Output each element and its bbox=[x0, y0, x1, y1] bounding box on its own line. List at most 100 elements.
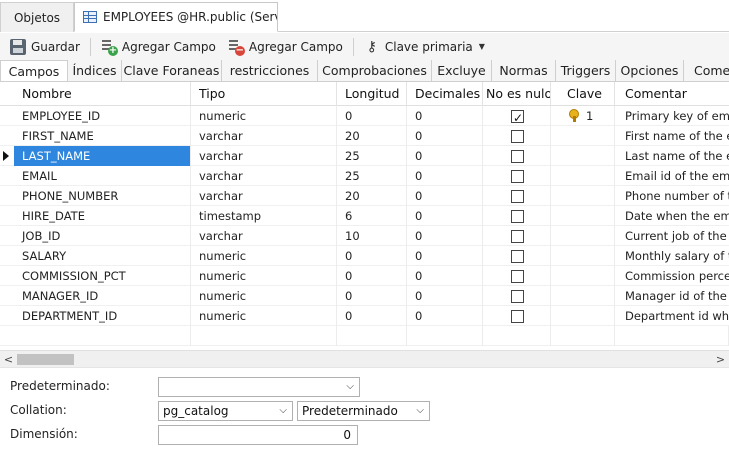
cell-type[interactable]: timestamp bbox=[191, 206, 337, 226]
column-header-length[interactable]: Longitud bbox=[337, 82, 407, 106]
cell-type[interactable]: varchar bbox=[191, 226, 337, 246]
tab-objects[interactable]: Objetos bbox=[0, 2, 74, 32]
tab-comment[interactable]: Come bbox=[684, 60, 729, 81]
not-null-checkbox[interactable] bbox=[511, 250, 524, 263]
table-row[interactable]: FIRST_NAME varchar 20 0 First name of the e bbox=[0, 126, 729, 146]
cell-name[interactable]: DEPARTMENT_ID bbox=[14, 306, 191, 326]
cell-comment[interactable]: Commission percen bbox=[615, 266, 729, 286]
delete-field-button[interactable]: Agregar Campo bbox=[224, 36, 347, 58]
cell-comment[interactable]: Primary key of emp bbox=[615, 106, 729, 126]
cell-length[interactable]: 20 bbox=[337, 126, 407, 146]
cell-name[interactable]: MANAGER_ID bbox=[14, 286, 191, 306]
table-row[interactable]: MANAGER_ID numeric 0 0 Manager id of the e bbox=[0, 286, 729, 306]
tab-triggers[interactable]: Triggers bbox=[556, 60, 616, 81]
cell-key[interactable]: 1 bbox=[551, 106, 615, 126]
not-null-checkbox[interactable] bbox=[511, 310, 524, 323]
cell-decimals[interactable]: 0 bbox=[407, 186, 483, 206]
column-header-type[interactable]: Tipo bbox=[191, 82, 337, 106]
cell-decimals[interactable]: 0 bbox=[407, 246, 483, 266]
cell-comment[interactable]: Email id of the emp bbox=[615, 166, 729, 186]
cell-key[interactable] bbox=[551, 206, 615, 226]
not-null-checkbox[interactable] bbox=[511, 190, 524, 203]
not-null-checkbox[interactable] bbox=[511, 290, 524, 303]
tab-employees-table[interactable]: EMPLOYEES @HR.public (Serv... bbox=[74, 2, 278, 32]
cell-length[interactable]: 0 bbox=[337, 286, 407, 306]
table-row[interactable]: PHONE_NUMBER varchar 20 0 Phone number of th bbox=[0, 186, 729, 206]
cell-type[interactable]: varchar bbox=[191, 146, 337, 166]
not-null-checkbox[interactable] bbox=[511, 230, 524, 243]
cell-name[interactable]: EMAIL bbox=[14, 166, 191, 186]
table-row[interactable]: HIRE_DATE timestamp 6 0 Date when the emp bbox=[0, 206, 729, 226]
cell-length[interactable]: 0 bbox=[337, 266, 407, 286]
cell-decimals[interactable]: 0 bbox=[407, 166, 483, 186]
cell-key[interactable] bbox=[551, 246, 615, 266]
cell-name[interactable]: COMMISSION_PCT bbox=[14, 266, 191, 286]
scrollbar-thumb[interactable] bbox=[17, 354, 74, 365]
column-header-key[interactable]: Clave bbox=[551, 82, 615, 106]
tab-rules[interactable]: Normas bbox=[492, 60, 556, 81]
table-row[interactable]: JOB_ID varchar 10 0 Current job of the e bbox=[0, 226, 729, 246]
tab-fields[interactable]: Campos bbox=[0, 60, 68, 81]
cell-key[interactable] bbox=[551, 306, 615, 326]
not-null-checkbox[interactable] bbox=[511, 130, 524, 143]
tab-checks[interactable]: Comprobaciones bbox=[318, 60, 432, 81]
cell-key[interactable] bbox=[551, 266, 615, 286]
tab-indexes[interactable]: Índices bbox=[68, 60, 122, 81]
cell-type[interactable]: numeric bbox=[191, 286, 337, 306]
cell-comment[interactable]: First name of the e bbox=[615, 126, 729, 146]
cell-name[interactable]: SALARY bbox=[14, 246, 191, 266]
cell-decimals[interactable]: 0 bbox=[407, 146, 483, 166]
scroll-left-icon[interactable]: < bbox=[0, 351, 17, 368]
cell-key[interactable] bbox=[551, 126, 615, 146]
table-row[interactable]: DEPARTMENT_ID numeric 0 0 Department id whe bbox=[0, 306, 729, 326]
cell-length[interactable]: 25 bbox=[337, 146, 407, 166]
cell-decimals[interactable]: 0 bbox=[407, 286, 483, 306]
cell-comment[interactable]: Date when the emp bbox=[615, 206, 729, 226]
cell-name[interactable]: JOB_ID bbox=[14, 226, 191, 246]
column-header-not-null[interactable]: No es nulo bbox=[483, 82, 551, 106]
not-null-checkbox[interactable] bbox=[511, 150, 524, 163]
cell-length[interactable]: 0 bbox=[337, 246, 407, 266]
tab-foreign-keys[interactable]: Clave Foraneas bbox=[122, 60, 222, 81]
collation-schema-select[interactable]: pg_catalog ⌵ bbox=[158, 401, 293, 421]
cell-decimals[interactable]: 0 bbox=[407, 306, 483, 326]
cell-key[interactable] bbox=[551, 186, 615, 206]
cell-type[interactable]: numeric bbox=[191, 266, 337, 286]
cell-key[interactable] bbox=[551, 226, 615, 246]
column-header-decimals[interactable]: Decimales bbox=[407, 82, 483, 106]
table-row[interactable]: LAST_NAME varchar 25 0 Last name of the en bbox=[0, 146, 729, 166]
table-row[interactable]: SALARY numeric 0 0 Monthly salary of th bbox=[0, 246, 729, 266]
cell-decimals[interactable]: 0 bbox=[407, 206, 483, 226]
cell-name[interactable]: EMPLOYEE_ID bbox=[14, 106, 191, 126]
not-null-checkbox[interactable] bbox=[511, 170, 524, 183]
cell-length[interactable]: 10 bbox=[337, 226, 407, 246]
cell-decimals[interactable]: 0 bbox=[407, 126, 483, 146]
cell-comment[interactable]: Monthly salary of th bbox=[615, 246, 729, 266]
cell-decimals[interactable]: 0 bbox=[407, 106, 483, 126]
cell-type[interactable]: varchar bbox=[191, 186, 337, 206]
not-null-checkbox[interactable] bbox=[511, 108, 524, 126]
cell-name[interactable]: PHONE_NUMBER bbox=[14, 186, 191, 206]
column-header-name[interactable]: Nombre bbox=[14, 82, 191, 106]
cell-key[interactable] bbox=[551, 286, 615, 306]
cell-length[interactable]: 6 bbox=[337, 206, 407, 226]
not-null-checkbox[interactable] bbox=[511, 210, 524, 223]
collation-select[interactable]: Predeterminado ⌵ bbox=[297, 401, 430, 421]
save-button[interactable]: Guardar bbox=[6, 36, 84, 58]
cell-decimals[interactable]: 0 bbox=[407, 226, 483, 246]
column-header-comment[interactable]: Comentar bbox=[615, 82, 729, 106]
cell-length[interactable]: 25 bbox=[337, 166, 407, 186]
cell-comment[interactable]: Phone number of th bbox=[615, 186, 729, 206]
cell-length[interactable]: 20 bbox=[337, 186, 407, 206]
cell-length[interactable]: 0 bbox=[337, 306, 407, 326]
cell-comment[interactable]: Manager id of the e bbox=[615, 286, 729, 306]
cell-comment[interactable]: Current job of the e bbox=[615, 226, 729, 246]
cell-comment[interactable]: Last name of the en bbox=[615, 146, 729, 166]
cell-key[interactable] bbox=[551, 146, 615, 166]
cell-decimals[interactable]: 0 bbox=[407, 266, 483, 286]
cell-type[interactable]: numeric bbox=[191, 106, 337, 126]
cell-type[interactable]: numeric bbox=[191, 246, 337, 266]
cell-type[interactable]: varchar bbox=[191, 126, 337, 146]
cell-name[interactable]: LAST_NAME bbox=[14, 146, 191, 166]
horizontal-scrollbar[interactable]: < > bbox=[0, 350, 729, 367]
